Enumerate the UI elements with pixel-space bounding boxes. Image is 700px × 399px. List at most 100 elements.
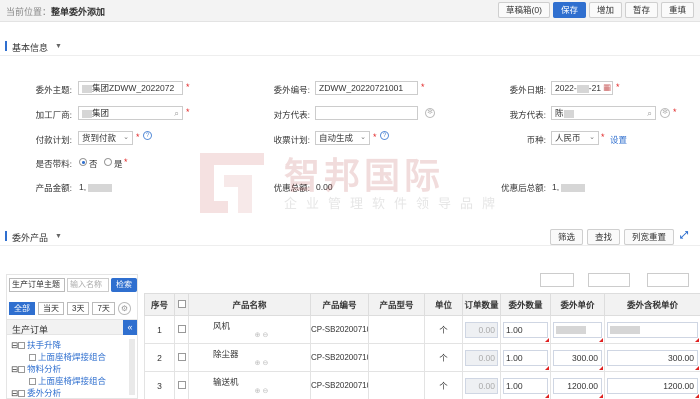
tab-all[interactable]: 全部 [9,302,35,315]
row-select[interactable] [174,371,189,399]
checkbox[interactable] [18,342,26,349]
calendar-icon[interactable]: ▦ [603,82,611,93]
tab-today[interactable]: 当天 [38,302,64,315]
tree-item[interactable]: 上面座椅焊接组合 [11,375,129,387]
qty-field[interactable]: 1.00 [503,377,548,394]
tax-price-cell[interactable]: 1200.00 [604,371,700,399]
hold-button[interactable]: 暂存 [624,2,658,18]
name-search-input[interactable]: 输入名称 [67,278,109,292]
our-rep-input[interactable]: 陈 ⌕ [551,106,656,120]
checkbox[interactable] [29,354,36,361]
order-type-select[interactable]: 生产订单主题 [9,278,65,292]
tax-price-field[interactable]: 1200.00 [607,377,698,394]
search-icon[interactable]: ⌕ [174,107,179,119]
price-field[interactable]: 1200.00 [553,377,602,394]
tab-3-days[interactable]: 3天 [67,302,90,315]
expand-icon[interactable]: ⤢ [680,230,691,241]
qty-field[interactable]: 1.00 [503,349,548,366]
checkbox[interactable] [29,378,36,385]
gear-icon[interactable]: ✻ [660,108,670,118]
factory-label: 加工厂商: [35,110,72,120]
save-button[interactable]: 保存 [552,2,586,18]
column-filter-input[interactable] [588,273,630,287]
scrollbar[interactable] [129,339,135,395]
help-icon[interactable]: ? [380,131,389,140]
checkbox[interactable] [18,366,26,373]
receipt-plan-label: 收票计划: [273,135,310,145]
price-cell[interactable]: 300.00 [550,343,605,372]
add-icon[interactable]: ⊕ ⊖ [213,360,310,368]
refill-button[interactable]: 重填 [660,2,694,18]
breadcrumb-prefix: 当前位置： [6,7,52,17]
price-cell[interactable] [550,315,605,344]
add-icon[interactable]: ⊕ ⊖ [213,388,310,396]
col-header-select[interactable] [174,293,189,316]
required-mark [695,366,699,370]
qty-field[interactable]: 1.00 [503,321,548,338]
factory-input[interactable]: 集团 ⌕ [78,106,183,120]
row-checkbox[interactable] [177,380,186,389]
help-icon[interactable]: ? [143,131,152,140]
select-all-checkbox[interactable] [177,299,186,308]
tax-price-cell[interactable]: 300.00 [604,343,700,372]
tax-price-field[interactable] [607,321,698,338]
required-mark [545,338,549,342]
row-select[interactable] [174,343,189,372]
row-checkbox[interactable] [177,352,186,361]
masked-text [82,84,92,93]
product-name-cell[interactable]: 输送机 ⊕ ⊖ [188,371,311,399]
currency-setting-link[interactable]: 设置 [610,134,627,146]
material-no-radio[interactable] [79,158,87,166]
tree-item[interactable]: ⊟ 委外分析 [11,387,129,399]
chevron-down-icon[interactable]: ▼ [55,43,62,50]
price-field[interactable] [553,321,602,338]
tax-price-cell[interactable] [604,315,700,344]
tree-item[interactable]: 上面座椅焊接组合 [11,351,129,363]
col-header: 产品型号 [368,293,425,316]
column-filter-input[interactable] [647,273,689,287]
counterpart-input[interactable] [315,106,418,120]
add-button[interactable]: 增加 [588,2,622,18]
qty-cell[interactable]: 1.00 [500,371,551,399]
tree-item[interactable]: ⊟ 扶手升降 [11,339,129,351]
currency-select[interactable]: 人民币 ⌄ [551,131,599,145]
qty-cell[interactable]: 1.00 [500,343,551,372]
theme-input[interactable]: 集团ZDWW_2022072 [78,81,183,95]
tab-7-days[interactable]: 7天 [92,302,115,315]
filter-button[interactable]: 筛选 [549,229,583,245]
row-select[interactable] [174,315,189,344]
search-button[interactable]: 检索 [111,278,137,292]
unit-cell[interactable]: 个 [424,371,463,399]
column-reset-button[interactable]: 列宽重置 [623,229,674,245]
checkbox[interactable] [18,390,26,397]
chevron-down-icon[interactable]: ▼ [55,233,62,240]
product-name-cell[interactable]: 除尘器 ⊕ ⊖ [188,343,311,372]
unit-cell[interactable]: 个 [424,343,463,372]
search-icon[interactable]: ⌕ [647,107,652,119]
qty-cell[interactable]: 1.00 [500,315,551,344]
material-yes-radio[interactable] [104,158,112,166]
price-field[interactable]: 300.00 [553,349,602,366]
theme-label: 委外主题: [35,85,72,95]
draft-box-button[interactable]: 草稿箱(0) [498,2,550,18]
required-mark [695,338,699,342]
receipt-plan-select[interactable]: 自动生成 ⌄ [315,131,370,145]
column-filter-input[interactable] [540,273,574,287]
order-tree-title: 生产订单 [12,325,49,335]
basic-info-header[interactable]: 基本信息 ▼ [0,36,700,56]
settings-icon[interactable]: ⚙ [117,302,131,315]
find-button[interactable]: 查找 [586,229,620,245]
code-input[interactable]: ZDWW_20220721001 [315,81,418,95]
collapse-icon[interactable]: « [123,320,137,335]
discount-value: 0.00 [316,182,333,192]
gear-icon[interactable]: ✻ [425,108,435,118]
product-name-cell[interactable]: 风机 ⊕ ⊖ [188,315,311,344]
unit-cell[interactable]: 个 [424,315,463,344]
price-cell[interactable]: 1200.00 [550,371,605,399]
pay-plan-select[interactable]: 货到付款 ⌄ [78,131,133,145]
material-label: 是否带料: [35,159,72,169]
add-icon[interactable]: ⊕ ⊖ [213,332,310,340]
row-checkbox[interactable] [177,324,186,333]
tree-item[interactable]: ⊟ 物料分析 [11,363,129,375]
tax-price-field[interactable]: 300.00 [607,349,698,366]
